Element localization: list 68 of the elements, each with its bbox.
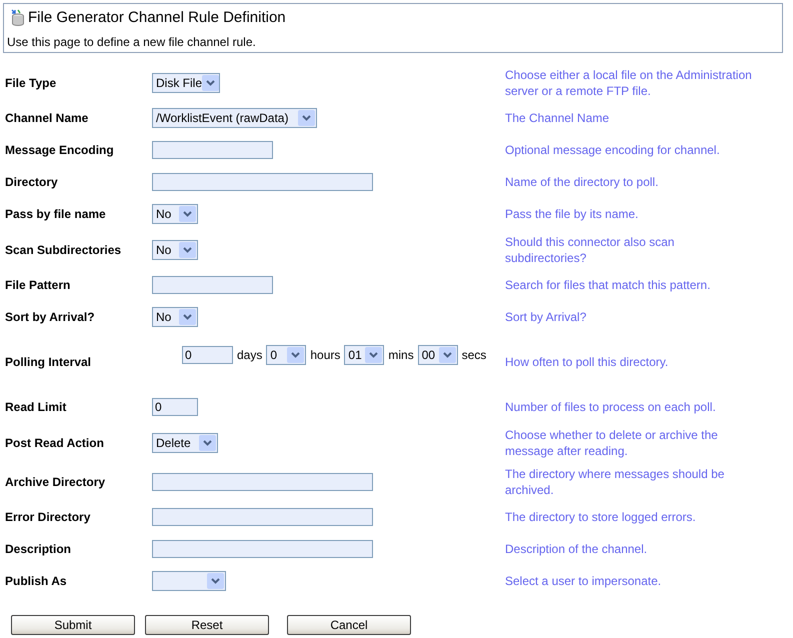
help-text: Should this connector also scan subdirectories?	[505, 234, 676, 266]
field-label: Channel Name	[5, 111, 90, 125]
help-text: Choose whether to delete or archive the message after reading.	[505, 426, 719, 460]
help-text: Name of the directory to poll.	[505, 174, 660, 191]
unit-label: days	[237, 348, 262, 362]
field-label: Polling Interval	[5, 355, 92, 369]
field-label: Error Directory	[5, 510, 92, 524]
field-label: Scan Subdirectories	[5, 242, 122, 256]
field-label: Sort by Arrival?	[5, 310, 96, 324]
dropdown[interactable]: No	[152, 204, 198, 224]
unit-label: secs	[462, 348, 486, 362]
help-text: Search for files that match this pattern.	[505, 277, 712, 294]
field-label: Read Limit	[5, 400, 68, 414]
chevron-down-icon	[438, 347, 456, 363]
text-field[interactable]	[152, 276, 273, 294]
page-title: File Generator Channel Rule Definition	[28, 9, 286, 26]
text-field[interactable]	[152, 141, 273, 159]
chevron-down-icon	[298, 110, 315, 126]
field-label: Publish As	[5, 574, 68, 588]
help-text: Description of the channel.	[505, 541, 648, 558]
dropdown[interactable]: Delete	[152, 432, 218, 452]
chevron-down-icon	[179, 242, 196, 258]
chevron-down-icon	[199, 434, 216, 450]
unit-label: hours	[310, 348, 340, 362]
help-text: Number of files to process on each poll.	[505, 399, 717, 416]
field-label: Archive Directory	[5, 474, 106, 488]
chevron-down-icon	[287, 347, 304, 363]
unit-label: mins	[388, 348, 414, 362]
dropdown[interactable]: /WorklistEvent (rawData)	[152, 108, 317, 128]
chevron-down-icon	[179, 206, 196, 222]
help-text: The directory to store logged errors.	[505, 509, 697, 526]
text-field[interactable]	[152, 472, 373, 490]
dropdown[interactable]	[152, 571, 226, 591]
help-text: Pass the file by its name.	[505, 206, 640, 223]
form-button[interactable]: Submit	[11, 615, 135, 635]
chevron-down-icon	[202, 74, 220, 90]
dropdown[interactable]: 01	[344, 345, 384, 365]
help-text: How often to poll this directory.	[505, 354, 670, 371]
text-field[interactable]	[152, 173, 373, 191]
help-text: The directory where messages should be archived.	[505, 466, 726, 498]
help-text: Select a user to impersonate.	[505, 573, 662, 590]
help-text: Optional message encoding for channel.	[505, 142, 721, 159]
form-button[interactable]: Reset	[145, 615, 269, 635]
dropdown[interactable]: No	[152, 307, 198, 327]
text-field[interactable]	[152, 508, 373, 526]
text-field[interactable]: 0	[152, 398, 198, 416]
form-button[interactable]: Cancel	[287, 615, 411, 635]
help-text: Choose either a local file on the Administration server or a remote FTP file.	[505, 66, 753, 100]
cylinder-icon	[11, 9, 24, 26]
text-field[interactable]	[152, 540, 373, 558]
help-text: The Channel Name	[505, 110, 610, 127]
field-label: Message Encoding	[5, 143, 115, 157]
dropdown[interactable]: Disk File	[152, 72, 220, 92]
help-text: Sort by Arrival?	[505, 309, 588, 326]
chevron-down-icon	[365, 347, 382, 363]
field-label: File Type	[5, 76, 58, 90]
dropdown[interactable]: No	[152, 240, 198, 260]
field-label: Pass by file name	[5, 207, 107, 221]
field-label: File Pattern	[5, 278, 72, 292]
chevron-down-icon	[179, 309, 196, 325]
dropdown[interactable]: 00	[418, 345, 458, 365]
field-label: Post Read Action	[5, 436, 105, 450]
dropdown[interactable]: 0	[266, 345, 306, 365]
chevron-down-icon	[207, 573, 224, 589]
field-label: Directory	[5, 175, 59, 189]
page-description: Use this page to define a new file channel rule.	[6, 35, 257, 49]
text-field[interactable]: 0	[182, 346, 233, 364]
field-label: Description	[5, 542, 72, 556]
